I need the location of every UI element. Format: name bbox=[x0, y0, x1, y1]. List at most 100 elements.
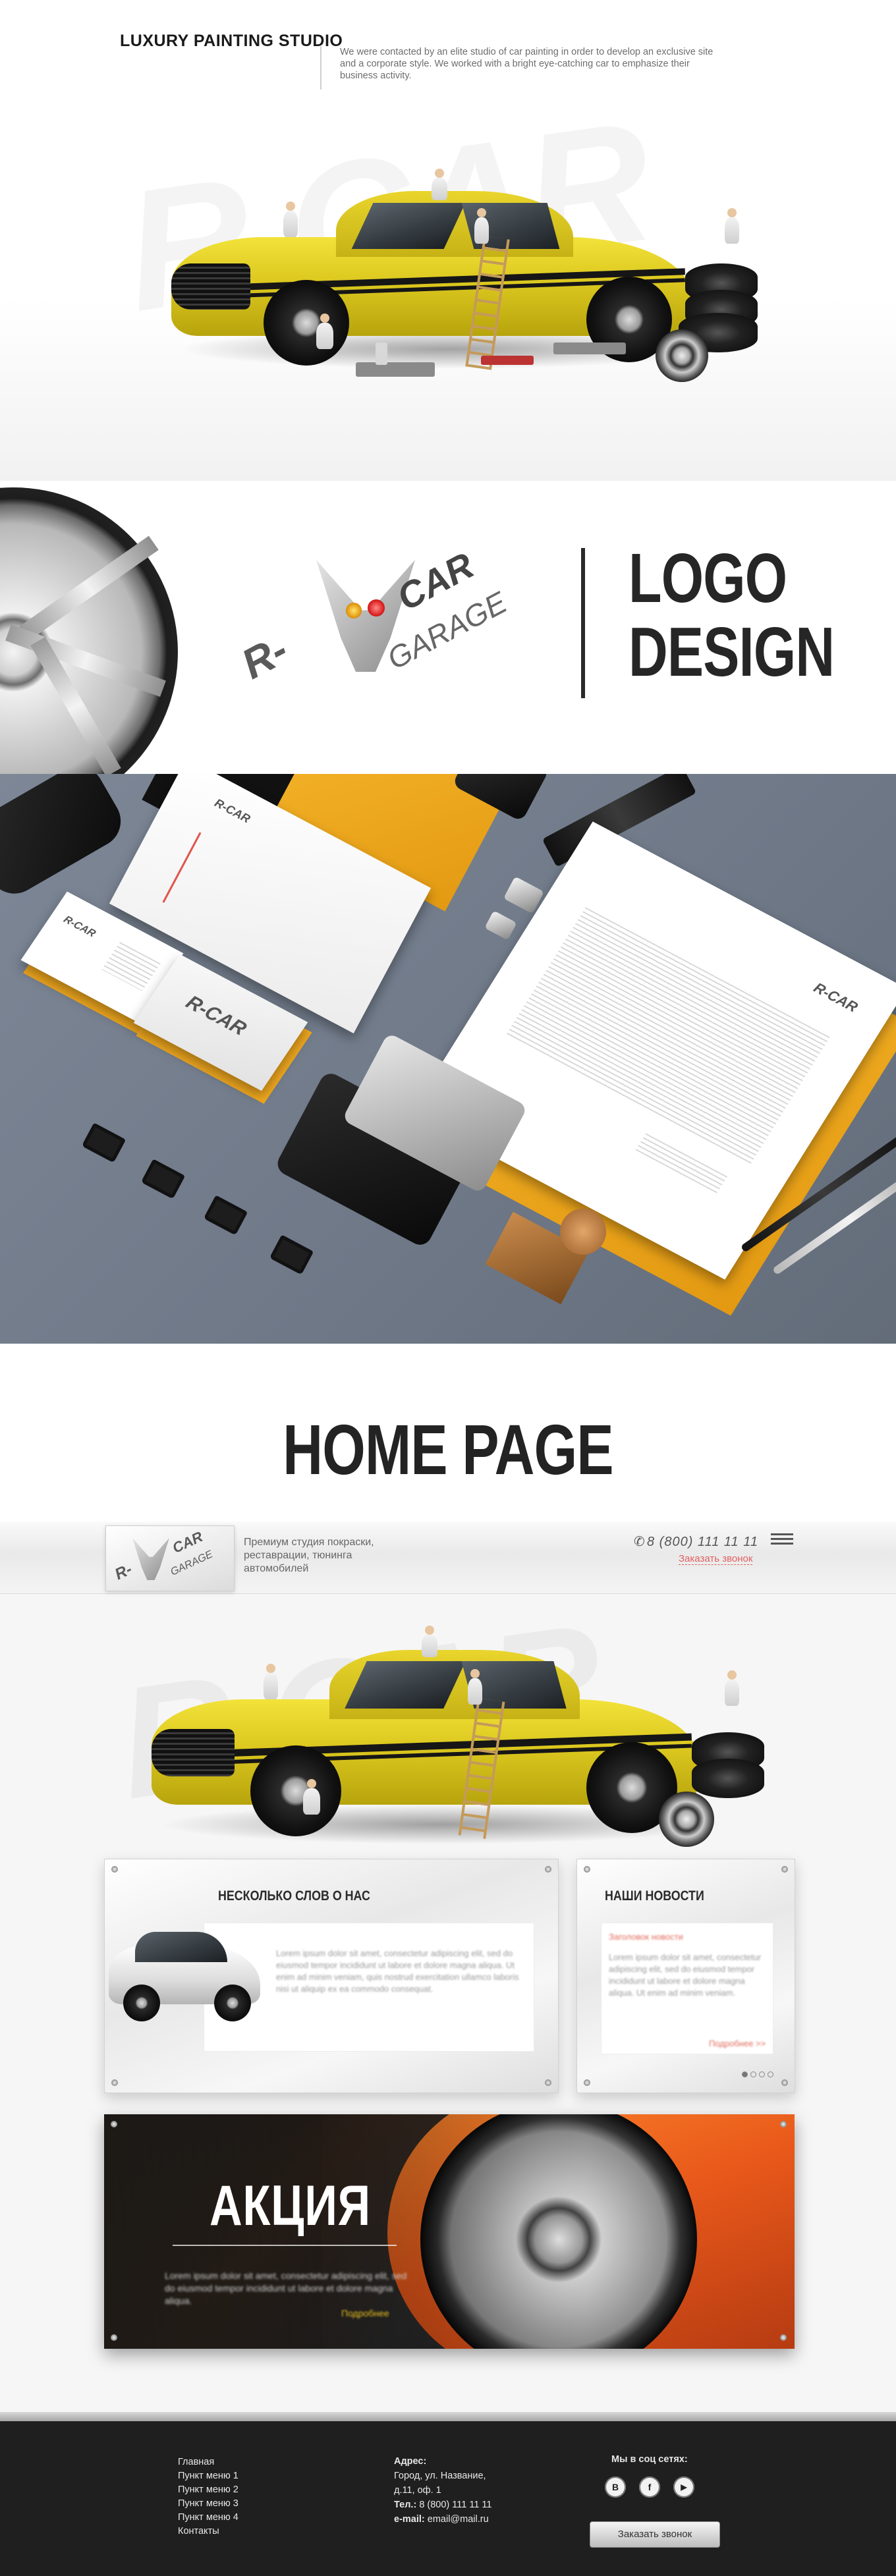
logo-design-section: R- CAR GARAGE LOGO DESIGN bbox=[0, 481, 896, 774]
about-panel-title: НЕСКОЛЬКО СЛОВ О НАС bbox=[218, 1888, 370, 1904]
painter-figure bbox=[316, 323, 333, 349]
footer-callback-button[interactable]: Заказать звонок bbox=[590, 2521, 720, 2548]
intro-title: LUXURY PAINTING STUDIO bbox=[120, 32, 343, 50]
mockup-logo[interactable]: R- CAR GARAGE bbox=[105, 1525, 235, 1591]
painter-figure bbox=[474, 217, 489, 244]
sharpener-object bbox=[484, 910, 517, 941]
email-label: e-mail: bbox=[394, 2514, 425, 2525]
intro-description: We were contacted by an elite studio of … bbox=[340, 47, 714, 81]
painter-head bbox=[266, 1664, 275, 1673]
address-line-2: д.11, оф. 1 bbox=[394, 2485, 441, 2496]
banner-screw bbox=[780, 2334, 787, 2341]
news-pagination[interactable] bbox=[742, 2069, 776, 2081]
logo-design-line2: DESIGN bbox=[629, 613, 835, 691]
wooden-stamp-handle bbox=[560, 1209, 606, 1255]
address-line-1: Город, ул. Название, bbox=[394, 2471, 486, 2481]
paint-tools bbox=[553, 343, 626, 354]
letterhead-body-text bbox=[505, 907, 830, 1166]
spare-rim bbox=[659, 1792, 714, 1847]
stapler-object bbox=[0, 774, 130, 904]
facebook-icon[interactable]: f bbox=[639, 2477, 660, 2498]
binder-clip bbox=[140, 1159, 186, 1199]
social-title: Мы в соц сетях: bbox=[611, 2454, 688, 2465]
painter-figure bbox=[264, 1673, 278, 1699]
vk-icon[interactable]: В bbox=[605, 2477, 626, 2498]
promo-text: Lorem ipsum dolor sit amet, consectetur … bbox=[165, 2270, 407, 2306]
promo-title: АКЦИЯ bbox=[210, 2174, 371, 2237]
about-panel: НЕСКОЛЬКО СЛОВ О НАС Lorem ipsum dolor s… bbox=[104, 1859, 559, 2093]
binder-clip bbox=[269, 1234, 314, 1275]
painter-figure bbox=[725, 1680, 739, 1706]
pagination-dot[interactable] bbox=[768, 2071, 773, 2077]
panel-screw bbox=[584, 1866, 590, 1873]
car-grille bbox=[171, 263, 250, 310]
promo-more-link[interactable]: Подробнее bbox=[341, 2308, 389, 2318]
footer-menu-item[interactable]: Пункт меню 2 bbox=[178, 2483, 238, 2497]
logo-design-line1: LOGO bbox=[629, 539, 787, 617]
painter-head bbox=[286, 202, 295, 211]
promo-banner[interactable]: АКЦИЯ Lorem ipsum dolor sit amet, consec… bbox=[104, 2114, 795, 2349]
promo-dark-overlay bbox=[104, 2114, 795, 2349]
footer-phone: 8 (800) 111 11 11 bbox=[419, 2500, 492, 2510]
mockup-logo-goat-icon bbox=[132, 1538, 169, 1580]
panel-screw bbox=[111, 1866, 118, 1873]
mockup-phone: 8 (800) 111 11 11 bbox=[647, 1535, 758, 1549]
white-car-window bbox=[135, 1932, 227, 1962]
card-text bbox=[101, 942, 161, 991]
banner-screw bbox=[111, 2334, 117, 2341]
car-grille bbox=[152, 1729, 235, 1776]
tire-stack bbox=[692, 1759, 764, 1798]
paint-tools bbox=[356, 362, 435, 377]
footer-menu: Главная Пункт меню 1 Пункт меню 2 Пункт … bbox=[178, 2455, 238, 2538]
news-more-link[interactable]: Подробнее >> bbox=[709, 2039, 766, 2048]
painter-figure bbox=[432, 178, 447, 200]
letterhead-logo: R-CAR bbox=[810, 979, 861, 1016]
footer-menu-item[interactable]: Главная bbox=[178, 2455, 238, 2469]
logo-text-r: R- bbox=[234, 625, 296, 688]
banner-screw bbox=[780, 2121, 787, 2127]
mockup-footer: Главная Пункт меню 1 Пункт меню 2 Пункт … bbox=[0, 2421, 896, 2576]
binder-clip bbox=[203, 1195, 248, 1236]
website-mockup: R CAR R- CAR GARAGE Премиум студия покра… bbox=[0, 1521, 896, 2421]
pagination-dot[interactable] bbox=[750, 2071, 756, 2077]
pagination-dot[interactable] bbox=[759, 2071, 765, 2077]
binder-clip bbox=[81, 1122, 126, 1163]
white-car-wheel bbox=[123, 1985, 160, 2021]
pagination-dot-active[interactable] bbox=[742, 2071, 748, 2077]
footer-menu-item[interactable]: Пункт меню 1 bbox=[178, 2469, 238, 2483]
painter-head bbox=[307, 1779, 316, 1788]
footer-menu-item[interactable]: Контакты bbox=[178, 2525, 238, 2538]
panel-screw bbox=[545, 2079, 551, 2086]
footer-menu-item[interactable]: Пункт меню 3 bbox=[178, 2497, 238, 2511]
panel-screw bbox=[781, 1866, 788, 1873]
home-page-heading-section: HOME PAGE bbox=[0, 1344, 896, 1521]
mockup-tagline: Премиум студия покраски, реставрации, тю… bbox=[244, 1537, 374, 1574]
mockup-callback-link[interactable]: Заказать звонок bbox=[679, 1553, 753, 1565]
spray-can bbox=[376, 343, 387, 365]
painter-head bbox=[435, 169, 444, 178]
panel-screw bbox=[781, 2079, 788, 2086]
youtube-icon[interactable]: ▶ bbox=[673, 2477, 694, 2498]
envelope-logo: R-CAR bbox=[212, 796, 253, 826]
painter-head bbox=[425, 1626, 434, 1635]
letterhead-paper: R-CAR bbox=[410, 821, 896, 1280]
home-page-title: HOME PAGE bbox=[283, 1410, 613, 1489]
news-panel: НАШИ НОВОСТИ Заголовок новости Lorem ips… bbox=[576, 1859, 795, 2093]
painter-figure bbox=[468, 1678, 482, 1705]
painter-head bbox=[727, 208, 737, 217]
intro-section: R CAR LUXURY PAINTING STUDIO We were con… bbox=[0, 0, 896, 481]
painter-figure bbox=[422, 1635, 437, 1657]
about-white-car-image bbox=[109, 1912, 260, 2031]
footer-contacts: Адрес: Город, ул. Название, д.11, оф. 1 … bbox=[394, 2454, 526, 2527]
rcar-garage-logo: R- CAR GARAGE bbox=[234, 520, 527, 718]
news-panel-title: НАШИ НОВОСТИ bbox=[605, 1888, 704, 1904]
news-headline-link[interactable]: Заголовок новости bbox=[609, 1932, 683, 1942]
painter-figure bbox=[303, 1788, 320, 1815]
spare-rim bbox=[656, 329, 708, 382]
painter-figure bbox=[283, 211, 298, 237]
painter-head bbox=[470, 1669, 480, 1678]
hamburger-menu-icon[interactable] bbox=[771, 1533, 793, 1545]
footer-menu-item[interactable]: Пункт меню 4 bbox=[178, 2511, 238, 2525]
panel-screw bbox=[584, 2079, 590, 2086]
footer-email[interactable]: email@mail.ru bbox=[428, 2514, 489, 2525]
